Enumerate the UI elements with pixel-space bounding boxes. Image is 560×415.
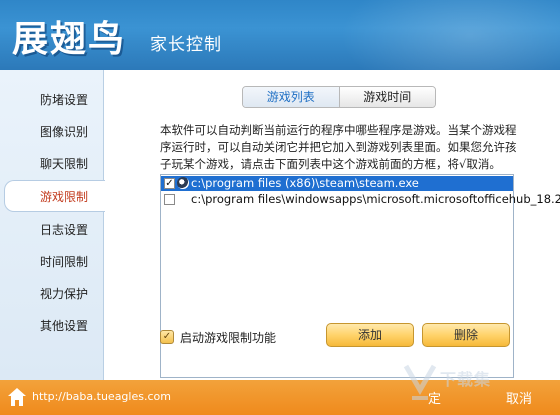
ok-button[interactable]: 定 <box>428 388 441 407</box>
enable-label: 启动游戏限制功能 <box>180 331 277 345</box>
tab-bar: 游戏列表 游戏时间 <box>242 86 436 108</box>
game-path: c:\program files\windowsapps\microsoft.m… <box>191 192 560 206</box>
website-link[interactable]: http://baba.tueagles.com <box>32 390 171 403</box>
list-item[interactable]: c:\program files\windowsapps\microsoft.m… <box>161 192 560 207</box>
sidebar-item-chat-limit[interactable]: 聊天限制 <box>0 148 104 180</box>
tab-game-list[interactable]: 游戏列表 <box>243 87 340 107</box>
sidebar-item-time-limit[interactable]: 时间限制 <box>0 246 104 278</box>
description-text: 本软件可以自动判断当前运行的程序中哪些程序是游戏。当某个游戏程序运行时，可以自动… <box>160 123 517 171</box>
app-header: 展翅鸟 家长控制 <box>0 0 560 70</box>
enable-checkbox[interactable]: ✓ <box>160 330 174 344</box>
home-icon[interactable] <box>6 386 28 408</box>
sidebar-item-eye-protection[interactable]: 视力保护 <box>0 278 104 310</box>
game-checkbox[interactable]: ✓ <box>164 178 175 189</box>
sidebar: 防堵设置 图像识别 聊天限制 游戏限制 日志设置 时间限制 视力保护 其他设置 <box>0 70 105 380</box>
sidebar-item-image-recognition[interactable]: 图像识别 <box>0 116 104 148</box>
footer-bar: http://baba.tueagles.com 定 取消 <box>0 380 560 415</box>
delete-button[interactable]: 删除 <box>422 323 510 347</box>
game-list[interactable]: ✓ c:\program files (x86)\steam\steam.exe… <box>160 174 560 378</box>
cancel-button[interactable]: 取消 <box>506 388 532 407</box>
steam-icon <box>177 177 189 189</box>
app-logo: 展翅鸟 <box>12 18 127 60</box>
sidebar-item-log-settings[interactable]: 日志设置 <box>0 214 104 246</box>
sidebar-item-firewall[interactable]: 防堵设置 <box>0 84 104 116</box>
add-button[interactable]: 添加 <box>326 323 414 347</box>
header-decoration <box>340 0 560 70</box>
tab-game-time[interactable]: 游戏时间 <box>339 87 435 107</box>
game-checkbox[interactable] <box>164 194 175 205</box>
main-panel: 游戏列表 游戏时间 本软件可以自动判断当前运行的程序中哪些程序是游戏。当某个游戏… <box>104 70 560 380</box>
list-item[interactable]: ✓ c:\program files (x86)\steam\steam.exe <box>161 176 513 191</box>
sidebar-item-game-limit[interactable]: 游戏限制 <box>4 180 105 212</box>
game-path: c:\program files (x86)\steam\steam.exe <box>191 176 419 190</box>
sidebar-item-other-settings[interactable]: 其他设置 <box>0 310 104 342</box>
app-subtitle: 家长控制 <box>150 35 222 55</box>
